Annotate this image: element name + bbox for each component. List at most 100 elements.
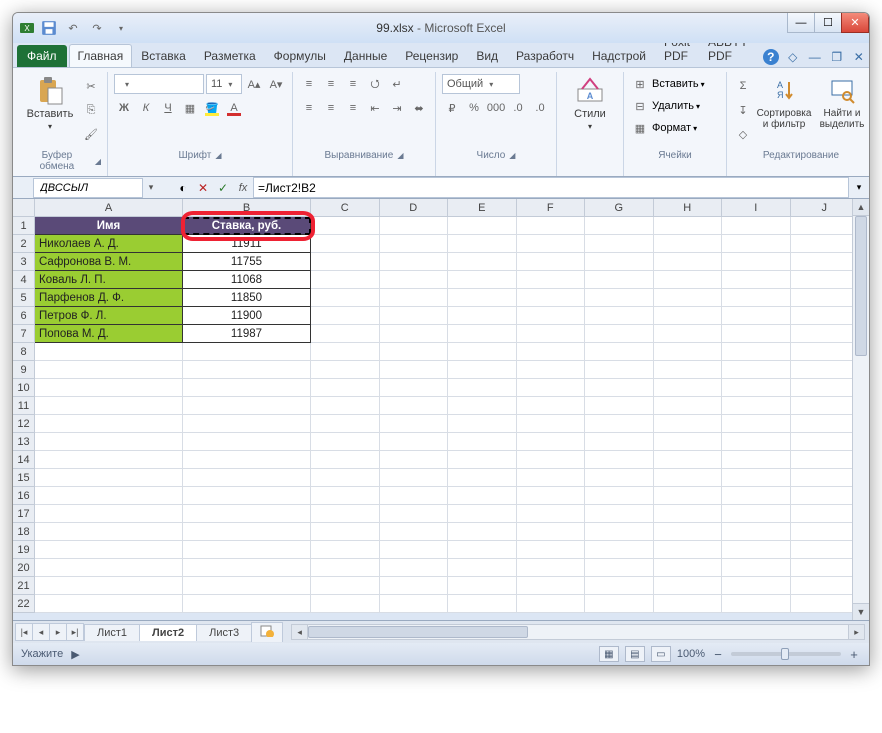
cell-C14[interactable]	[311, 451, 380, 469]
copy-icon[interactable]: ⎘	[81, 100, 101, 120]
maximize-button[interactable]: ☐	[814, 13, 842, 33]
row-header-16[interactable]: 16	[13, 487, 35, 505]
paste-button[interactable]: Вставить ▾	[23, 74, 77, 133]
cell-A17[interactable]	[35, 505, 183, 523]
cell-J20[interactable]	[791, 559, 860, 577]
cell-D17[interactable]	[380, 505, 449, 523]
row-header-22[interactable]: 22	[13, 595, 35, 613]
cell-D12[interactable]	[380, 415, 449, 433]
row-header-15[interactable]: 15	[13, 469, 35, 487]
comma-icon[interactable]: 000	[486, 98, 506, 118]
cell-F22[interactable]	[517, 595, 586, 613]
cells-format-button[interactable]: ▦Формат▾	[630, 118, 697, 138]
expand-formula-bar-icon[interactable]: ▾	[849, 177, 869, 198]
cell-D7[interactable]	[380, 325, 449, 343]
cell-G4[interactable]	[585, 271, 654, 289]
cell-C19[interactable]	[311, 541, 380, 559]
cell-F12[interactable]	[517, 415, 586, 433]
cell-A9[interactable]	[35, 361, 183, 379]
cell-I7[interactable]	[722, 325, 791, 343]
cell-D16[interactable]	[380, 487, 449, 505]
dialog-launcher-icon[interactable]: ◢	[215, 151, 221, 160]
cell-E4[interactable]	[448, 271, 517, 289]
cell-F5[interactable]	[517, 289, 586, 307]
cell-D3[interactable]	[380, 253, 449, 271]
macro-record-icon[interactable]: ▶	[71, 648, 79, 661]
cell-B3[interactable]: 11755	[183, 253, 311, 271]
cell-I20[interactable]	[722, 559, 791, 577]
styles-button[interactable]: A Стили ▾	[563, 74, 617, 133]
cells-insert-button[interactable]: ⊞Вставить▾	[630, 74, 705, 94]
cell-E6[interactable]	[448, 307, 517, 325]
zoom-out-icon[interactable]: −	[711, 647, 725, 662]
cell-J14[interactable]	[791, 451, 860, 469]
tab-home[interactable]: Главная	[69, 44, 133, 67]
cell-J3[interactable]	[791, 253, 860, 271]
cell-F21[interactable]	[517, 577, 586, 595]
cell-F14[interactable]	[517, 451, 586, 469]
tab-first-icon[interactable]: |◂	[15, 623, 33, 641]
cell-E9[interactable]	[448, 361, 517, 379]
cell-B6[interactable]: 11900	[183, 307, 311, 325]
cell-F3[interactable]	[517, 253, 586, 271]
name-box-dropdown-icon[interactable]: ▾	[143, 182, 159, 193]
cell-H15[interactable]	[654, 469, 723, 487]
underline-button[interactable]: Ч	[158, 98, 178, 118]
cell-J4[interactable]	[791, 271, 860, 289]
cell-C10[interactable]	[311, 379, 380, 397]
cell-D8[interactable]	[380, 343, 449, 361]
sheet-tab-2[interactable]: Лист2	[139, 624, 197, 641]
cell-E21[interactable]	[448, 577, 517, 595]
close-button[interactable]: ✕	[841, 13, 869, 33]
col-header-G[interactable]: G	[585, 199, 654, 217]
find-select-button[interactable]: Найти и выделить	[815, 74, 869, 132]
cell-H4[interactable]	[654, 271, 723, 289]
row-header-9[interactable]: 9	[13, 361, 35, 379]
tab-formulas[interactable]: Формулы	[265, 44, 335, 67]
cell-A1[interactable]: Имя	[35, 217, 183, 235]
cell-I15[interactable]	[722, 469, 791, 487]
cell-H8[interactable]	[654, 343, 723, 361]
ribbon-minimize-icon[interactable]: ◇	[785, 49, 801, 65]
cell-J22[interactable]	[791, 595, 860, 613]
qat-save-icon[interactable]	[39, 18, 59, 38]
cell-B9[interactable]	[183, 361, 311, 379]
cell-I2[interactable]	[722, 235, 791, 253]
cell-J1[interactable]	[791, 217, 860, 235]
cell-G12[interactable]	[585, 415, 654, 433]
cell-E13[interactable]	[448, 433, 517, 451]
cell-A4[interactable]: Коваль Л. П.	[35, 271, 183, 289]
cell-C1[interactable]	[311, 217, 380, 235]
row-header-17[interactable]: 17	[13, 505, 35, 523]
row-header-3[interactable]: 3	[13, 253, 35, 271]
cell-F20[interactable]	[517, 559, 586, 577]
cell-F9[interactable]	[517, 361, 586, 379]
cell-A8[interactable]	[35, 343, 183, 361]
tab-view[interactable]: Вид	[467, 44, 507, 67]
cell-B16[interactable]	[183, 487, 311, 505]
cell-E22[interactable]	[448, 595, 517, 613]
cell-J18[interactable]	[791, 523, 860, 541]
cell-H16[interactable]	[654, 487, 723, 505]
col-header-A[interactable]: A	[35, 199, 183, 217]
tab-data[interactable]: Данные	[335, 44, 396, 67]
cell-B11[interactable]	[183, 397, 311, 415]
cell-B15[interactable]	[183, 469, 311, 487]
cell-F7[interactable]	[517, 325, 586, 343]
cell-I14[interactable]	[722, 451, 791, 469]
cell-G20[interactable]	[585, 559, 654, 577]
bold-button[interactable]: Ж	[114, 98, 134, 118]
worksheet[interactable]: ABCDEFGHIJ1ИмяСтавка, руб.2Николаев А. Д…	[13, 199, 869, 613]
cells-delete-button[interactable]: ⊟Удалить▾	[630, 96, 700, 116]
normal-view-icon[interactable]: ▦	[599, 646, 619, 662]
cell-I19[interactable]	[722, 541, 791, 559]
row-header-4[interactable]: 4	[13, 271, 35, 289]
cut-icon[interactable]: ✂	[81, 76, 101, 96]
cell-G3[interactable]	[585, 253, 654, 271]
cell-C11[interactable]	[311, 397, 380, 415]
row-header-6[interactable]: 6	[13, 307, 35, 325]
cell-E19[interactable]	[448, 541, 517, 559]
percent-icon[interactable]: %	[464, 98, 484, 118]
cell-A11[interactable]	[35, 397, 183, 415]
cell-G10[interactable]	[585, 379, 654, 397]
